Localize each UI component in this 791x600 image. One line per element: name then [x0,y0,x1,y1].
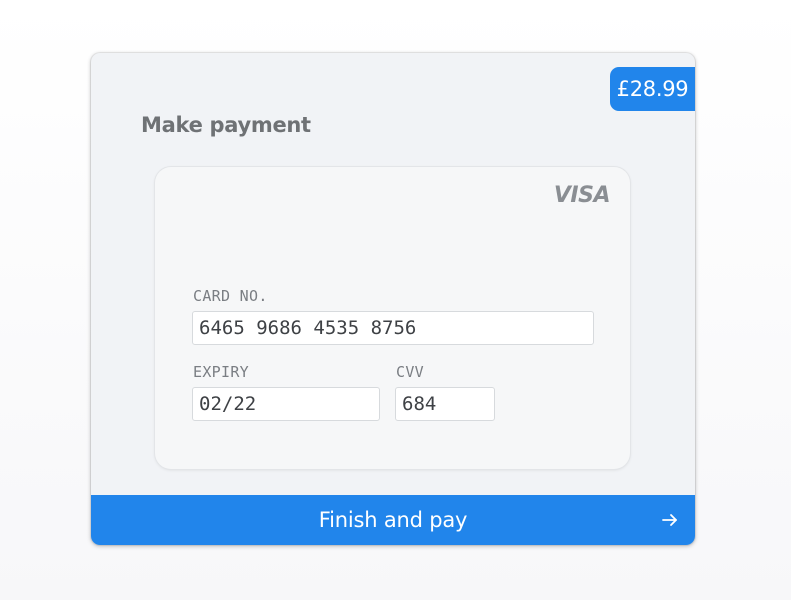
expiry-field[interactable]: 02/22 [192,387,380,421]
visa-logo: VISA [553,183,611,208]
page-title: Make payment [141,113,311,137]
card-number-field[interactable]: 6465 9686 4535 8756 [192,311,594,345]
cvv-label: CVV [396,363,424,381]
finish-and-pay-label: Finish and pay [318,508,468,532]
expiry-label: EXPIRY [193,363,249,381]
finish-and-pay-button[interactable]: Finish and pay [91,495,695,545]
cvv-field[interactable]: 684 [395,387,495,421]
card-number-label: CARD NO. [193,287,268,305]
payment-card: VISA CARD NO. 6465 9686 4535 8756 EXPIRY… [155,167,630,469]
payment-panel: £28.99 Make payment VISA CARD NO. 6465 9… [91,53,695,545]
price-badge: £28.99 [610,67,695,111]
arrow-right-icon [662,514,677,526]
